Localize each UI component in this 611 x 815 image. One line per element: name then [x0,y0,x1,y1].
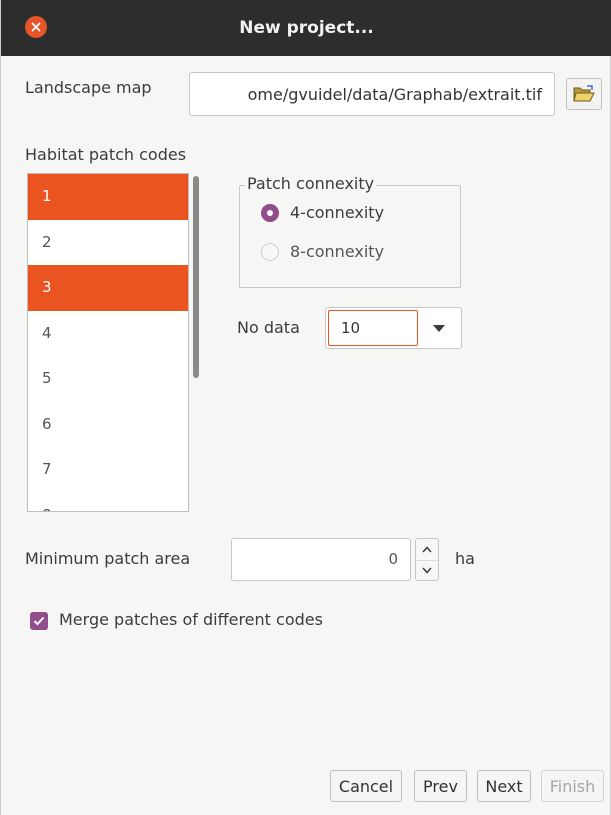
habitat-codes-list[interactable]: 1 2 3 4 5 6 7 8 [27,173,189,512]
browse-button[interactable] [566,78,602,110]
min-patch-area-input[interactable]: 0 [231,538,411,581]
landscape-map-label: Landscape map [25,78,152,97]
min-patch-area-unit: ha [455,549,475,568]
merge-patches-checkbox[interactable] [30,612,48,630]
radio-8-connexity-label: 8-connexity [290,242,385,261]
finish-button[interactable]: Finish [541,770,604,802]
chevron-down-icon [422,567,432,574]
no-data-input[interactable]: 10 [328,310,418,346]
folder-open-icon [573,85,595,102]
radio-8-connexity[interactable]: 8-connexity [261,242,384,261]
new-project-dialog: New project... Landscape map ome/gvuidel… [0,0,611,815]
landscape-map-path-value: ome/gvuidel/data/Graphab/extrait.tif [247,84,542,104]
window-title: New project... [239,18,374,38]
radio-4-connexity-label: 4-connexity [290,203,385,222]
close-button[interactable] [25,16,47,38]
cancel-button[interactable]: Cancel [330,770,402,802]
patch-connexity-group [239,185,461,288]
list-scrollbar[interactable] [193,176,199,378]
check-icon [33,616,45,626]
list-item[interactable]: 3 [28,265,188,311]
list-item[interactable]: 4 [28,311,188,357]
min-patch-area-stepper[interactable] [415,538,439,581]
prev-button[interactable]: Prev [414,770,467,802]
radio-unchecked-icon [261,242,279,261]
increment-button[interactable] [416,539,438,559]
list-item[interactable]: 2 [28,220,188,266]
no-data-dropdown-button[interactable] [417,308,461,348]
decrement-button[interactable] [416,560,438,580]
no-data-label: No data [237,318,300,337]
title-bar: New project... [1,0,611,56]
radio-4-connexity[interactable]: 4-connexity [261,203,384,222]
min-patch-area-label: Minimum patch area [25,549,191,568]
list-item[interactable]: 5 [28,356,188,402]
next-button[interactable]: Next [477,770,531,802]
chevron-up-icon [422,545,432,552]
list-item[interactable]: 1 [28,174,188,220]
list-item[interactable]: 8 [28,493,188,512]
close-icon [31,22,41,32]
patch-connexity-legend: Patch connexity [245,174,377,193]
chevron-down-icon [433,324,445,332]
list-item[interactable]: 7 [28,447,188,493]
radio-checked-icon [261,203,279,222]
landscape-map-path-field[interactable]: ome/gvuidel/data/Graphab/extrait.tif [189,72,555,116]
no-data-combo[interactable]: 10 [325,307,462,349]
habitat-patch-codes-label: Habitat patch codes [25,145,187,164]
merge-patches-label: Merge patches of different codes [59,610,323,629]
list-item[interactable]: 6 [28,402,188,448]
